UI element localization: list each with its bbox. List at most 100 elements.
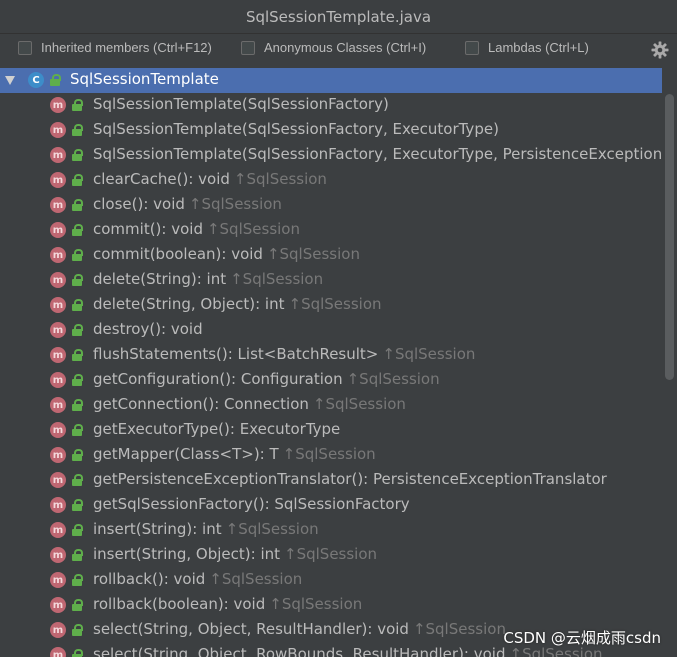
window-title: SqlSessionTemplate.java (245, 7, 432, 26)
member-name: delete(String, Object): int (93, 295, 285, 313)
inherited-from-label: ↑SqlSession (225, 520, 319, 538)
lock-icon (72, 124, 83, 136)
member-name: rollback(): void (93, 570, 206, 588)
structure-toolbar: Inherited members (Ctrl+F12) Anonymous C… (0, 34, 677, 67)
tree-member-row[interactable]: m clearCache(): void ↑SqlSession (0, 168, 662, 193)
method-icon: m (50, 322, 66, 338)
member-signature: commit(boolean): void ↑SqlSession (93, 245, 360, 263)
lock-icon (72, 524, 83, 536)
anonymous-classes-checkbox[interactable]: Anonymous Classes (Ctrl+I) (241, 40, 426, 55)
tree-member-row[interactable]: m commit(boolean): void ↑SqlSession (0, 243, 662, 268)
member-name: getConnection(): Connection (93, 395, 309, 413)
inherited-from-label: ↑SqlSession (233, 170, 327, 188)
member-name: destroy(): void (93, 320, 203, 338)
class-icon: C (28, 72, 44, 88)
vertical-scrollbar[interactable] (665, 94, 674, 380)
lock-icon (72, 599, 83, 611)
checkbox-box[interactable] (18, 40, 32, 55)
tree-member-row[interactable]: m SqlSessionTemplate(SqlSessionFactory, E… (0, 143, 662, 168)
method-icon: m (50, 547, 66, 563)
member-name: flushStatements(): List<BatchResult> (93, 345, 379, 363)
expand-arrow-icon[interactable] (5, 76, 15, 85)
inherited-from-label: ↑SqlSession (282, 445, 376, 463)
method-icon: m (50, 347, 66, 363)
lock-icon (72, 174, 83, 186)
tree-member-row[interactable]: m insert(String): int ↑SqlSession (0, 518, 662, 543)
tree-root-label: SqlSessionTemplate (70, 70, 219, 88)
member-name: select(String, Object, RowBounds, Result… (93, 645, 506, 657)
member-signature: select(String, Object, ResultHandler): v… (93, 620, 506, 638)
method-icon: m (50, 397, 66, 413)
tree-member-row[interactable]: m rollback(): void ↑SqlSession (0, 568, 662, 593)
member-signature: destroy(): void (93, 320, 203, 338)
member-name: getPersistenceExceptionTranslator(): Per… (93, 470, 607, 488)
lock-icon (72, 374, 83, 386)
lock-icon (72, 574, 83, 586)
checkbox-box[interactable] (241, 40, 255, 55)
checkbox-box[interactable] (465, 40, 479, 55)
inherited-from-label: ↑SqlSession (284, 545, 378, 563)
member-name: clearCache(): void (93, 170, 230, 188)
member-name: SqlSessionTemplate(SqlSessionFactory) (93, 95, 389, 113)
method-icon: m (50, 272, 66, 288)
inherited-from-label: ↑SqlSession (412, 620, 506, 638)
tree-member-row[interactable]: m getExecutorType(): ExecutorType (0, 418, 662, 443)
tree-member-row[interactable]: m close(): void ↑SqlSession (0, 193, 662, 218)
tree-member-row[interactable]: m rollback(boolean): void ↑SqlSession (0, 593, 662, 618)
tree-member-row[interactable]: m getConnection(): Connection ↑SqlSession (0, 393, 662, 418)
member-name: SqlSessionTemplate(SqlSessionFactory, Ex… (93, 120, 499, 138)
method-icon: m (50, 622, 66, 638)
tree-root-class[interactable]: C SqlSessionTemplate (0, 68, 662, 93)
lock-icon (72, 149, 83, 161)
inherited-from-label: ↑SqlSession (269, 595, 363, 613)
tree-member-row[interactable]: m getMapper(Class<T>): T ↑SqlSession (0, 443, 662, 468)
watermark: CSDN @云烟成雨csdn (503, 629, 661, 647)
member-signature: clearCache(): void ↑SqlSession (93, 170, 327, 188)
gear-icon[interactable] (651, 41, 669, 59)
window-title-bar: SqlSessionTemplate.java (0, 0, 677, 34)
checkbox-label: Anonymous Classes (Ctrl+I) (264, 40, 427, 55)
member-signature: SqlSessionTemplate(SqlSessionFactory, Ex… (93, 145, 662, 163)
lambdas-checkbox[interactable]: Lambdas (Ctrl+L) (465, 40, 589, 55)
method-icon: m (50, 297, 66, 313)
tree-member-row[interactable]: m delete(String, Object): int ↑SqlSession (0, 293, 662, 318)
member-signature: getMapper(Class<T>): T ↑SqlSession (93, 445, 376, 463)
inherited-from-label: ↑SqlSession (266, 245, 360, 263)
lock-icon (72, 474, 83, 486)
tree-member-row[interactable]: m delete(String): int ↑SqlSession (0, 268, 662, 293)
lock-icon (72, 349, 83, 361)
tree-member-row[interactable]: m SqlSessionTemplate(SqlSessionFactory) (0, 93, 662, 118)
tree-member-row[interactable]: m commit(): void ↑SqlSession (0, 218, 662, 243)
member-name: getExecutorType(): ExecutorType (93, 420, 341, 438)
lock-icon (72, 449, 83, 461)
member-name: getConfiguration(): Configuration (93, 370, 343, 388)
tree-member-row[interactable]: m getConfiguration(): Configuration ↑SqlSe… (0, 368, 662, 393)
member-signature: getExecutorType(): ExecutorType (93, 420, 340, 438)
method-icon: m (50, 222, 66, 238)
member-name: commit(): void (93, 220, 203, 238)
member-signature: close(): void ↑SqlSession (93, 195, 282, 213)
method-icon: m (50, 472, 66, 488)
tree-member-row[interactable]: m getSqlSessionFactory(): SqlSessionFacto… (0, 493, 662, 518)
member-signature: getPersistenceExceptionTranslator(): Per… (93, 470, 607, 488)
tree-member-row[interactable]: m flushStatements(): List<BatchResult> ↑Sq… (0, 343, 662, 368)
inherited-members-checkbox[interactable]: Inherited members (Ctrl+F12) (18, 40, 212, 55)
method-icon: m (50, 522, 66, 538)
method-icon: m (50, 572, 66, 588)
inherited-from-label: ↑SqlSession (230, 270, 324, 288)
lock-icon (72, 249, 83, 261)
lock-icon (72, 99, 83, 111)
member-name: getMapper(Class<T>): T (93, 445, 279, 463)
member-name: getSqlSessionFactory(): SqlSessionFactor… (93, 495, 410, 513)
lock-icon (72, 424, 83, 436)
structure-tree: C SqlSessionTemplate m SqlSessionTemplate… (0, 67, 662, 657)
tree-member-row[interactable]: m SqlSessionTemplate(SqlSessionFactory, E… (0, 118, 662, 143)
tree-member-row[interactable]: m destroy(): void (0, 318, 662, 343)
member-name: select(String, Object, ResultHandler): v… (93, 620, 409, 638)
method-icon: m (50, 147, 66, 163)
member-signature: SqlSessionTemplate(SqlSessionFactory) (93, 95, 389, 113)
member-signature: commit(): void ↑SqlSession (93, 220, 300, 238)
tree-member-row[interactable]: m getPersistenceExceptionTranslator(): Pe… (0, 468, 662, 493)
tree-member-row[interactable]: m insert(String, Object): int ↑SqlSession (0, 543, 662, 568)
checkbox-label: Inherited members (Ctrl+F12) (41, 40, 212, 55)
